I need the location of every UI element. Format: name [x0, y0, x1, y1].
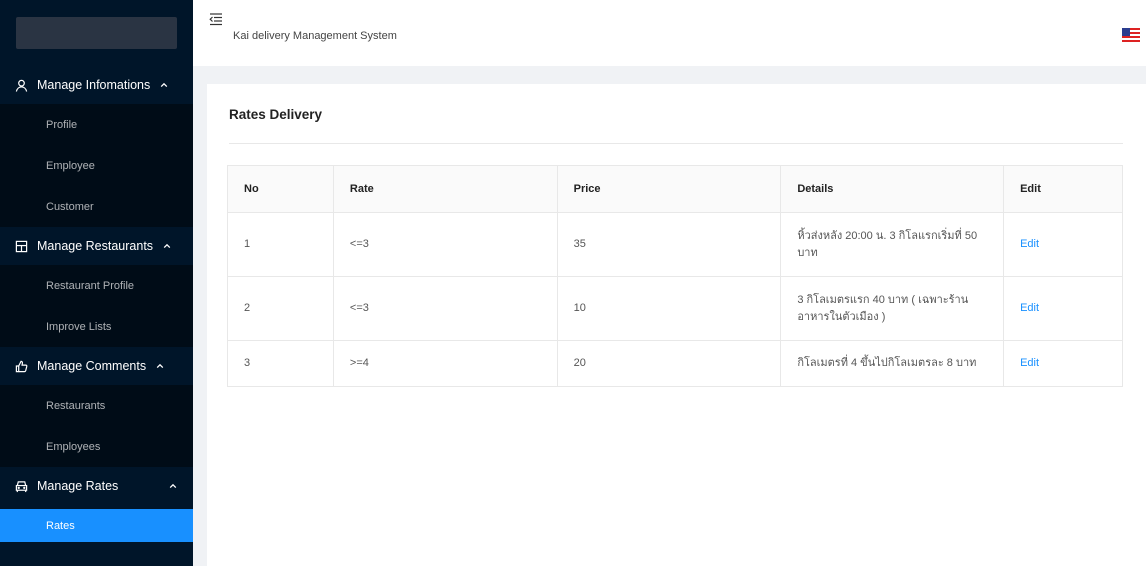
table-row: 3 >=4 20 กิโลเมตรที่ 4 ขึ้นไปกิโลเมตรละ … — [227, 340, 1123, 387]
chevron-up-icon — [160, 80, 170, 90]
column-header-edit: Edit — [1003, 165, 1123, 213]
cell-edit: Edit — [1003, 212, 1123, 277]
submenu-rates: Rates — [0, 509, 193, 542]
chevron-up-icon — [156, 361, 166, 371]
menu-fold-icon[interactable] — [209, 12, 223, 26]
menu-title-label: Manage Rates — [37, 479, 119, 493]
sidebar-item-restaurants[interactable]: Restaurants — [0, 385, 193, 426]
shop-icon — [14, 239, 28, 253]
chevron-up-icon — [163, 241, 173, 251]
like-icon — [14, 359, 28, 373]
cell-rate: <=3 — [332, 276, 558, 341]
cell-price: 35 — [556, 212, 782, 277]
cell-details: 3 กิโลเมตรแรก 40 บาท ( เฉพาะร้านอาหารในต… — [780, 276, 1005, 341]
sidebar-item-customer[interactable]: Customer — [0, 186, 193, 227]
menu-group-restaurants: Manage Restaurants Restaurant Profile Im… — [0, 227, 193, 347]
logo[interactable] — [16, 17, 177, 49]
submenu-infomations: Profile Employee Customer — [0, 104, 193, 227]
sidebar-item-restaurant-profile[interactable]: Restaurant Profile — [0, 265, 193, 306]
cell-rate: <=3 — [332, 212, 558, 277]
menu-title-label: Manage Comments — [37, 359, 147, 373]
sidebar-item-profile[interactable]: Profile — [0, 104, 193, 145]
column-header-price: Price — [556, 165, 782, 213]
top-header: Kai delivery Management System — [193, 0, 1146, 66]
cell-edit: Edit — [1003, 340, 1123, 387]
cell-details: กิโลเมตรที่ 4 ขึ้นไปกิโลเมตรละ 8 บาท — [780, 340, 1005, 387]
app-root: Manage Infomations Profile Employee Cust… — [0, 0, 1146, 566]
page-title: Rates Delivery — [229, 107, 323, 122]
edit-link[interactable]: Edit — [1020, 302, 1039, 314]
logo-area — [0, 0, 193, 66]
menu-group-comments: Manage Comments Restaurants Employees — [0, 347, 193, 467]
table-row: 1 <=3 35 หิ้วส่งหลัง 20:00 น. 3 กิโลแรกเ… — [227, 212, 1123, 277]
menu-title-manage-infomations[interactable]: Manage Infomations — [0, 66, 193, 104]
cell-no: 1 — [227, 212, 334, 277]
content-card: Rates Delivery No Rate Price Details Edi… — [207, 84, 1146, 566]
menu-title-manage-comments[interactable]: Manage Comments — [0, 347, 193, 385]
table-row: 2 <=3 10 3 กิโลเมตรแรก 40 บาท ( เฉพาะร้า… — [227, 276, 1123, 341]
menu-title-label: Manage Infomations — [37, 78, 151, 92]
title-divider — [229, 143, 1123, 144]
cell-no: 3 — [227, 340, 334, 387]
menu-title-label: Manage Restaurants — [37, 239, 154, 253]
menu-group-rates: Manage Rates Rates — [0, 467, 193, 542]
cell-price: 20 — [556, 340, 782, 387]
menu-group-infomations: Manage Infomations Profile Employee Cust… — [0, 66, 193, 227]
rates-table: No Rate Price Details Edit 1 <=3 35 หิ้ว… — [227, 165, 1123, 387]
menu-title-manage-rates[interactable]: Manage Rates — [0, 467, 193, 505]
cell-edit: Edit — [1003, 276, 1123, 341]
sidebar-item-employee[interactable]: Employee — [0, 145, 193, 186]
column-header-details: Details — [780, 165, 1005, 213]
car-icon — [14, 479, 28, 493]
submenu-comments: Restaurants Employees — [0, 385, 193, 467]
chevron-up-icon — [169, 481, 179, 491]
cell-rate: >=4 — [332, 340, 558, 387]
table-header-row: No Rate Price Details Edit — [227, 165, 1123, 213]
sidebar-item-employees[interactable]: Employees — [0, 426, 193, 467]
user-icon — [14, 78, 28, 92]
cell-no: 2 — [227, 276, 334, 341]
us-flag-icon[interactable] — [1122, 28, 1140, 42]
menu-title-manage-restaurants[interactable]: Manage Restaurants — [0, 227, 193, 265]
cell-price: 10 — [556, 276, 782, 341]
sidebar-item-improve-lists[interactable]: Improve Lists — [0, 306, 193, 347]
cell-details: หิ้วส่งหลัง 20:00 น. 3 กิโลแรกเริ่มที่ 5… — [780, 212, 1005, 277]
column-header-no: No — [227, 165, 334, 213]
edit-link[interactable]: Edit — [1020, 238, 1039, 250]
submenu-restaurants: Restaurant Profile Improve Lists — [0, 265, 193, 347]
edit-link[interactable]: Edit — [1020, 357, 1039, 369]
column-header-rate: Rate — [332, 165, 558, 213]
sidebar-item-rates[interactable]: Rates — [0, 509, 193, 542]
app-title: Kai delivery Management System — [233, 30, 397, 42]
sidebar: Manage Infomations Profile Employee Cust… — [0, 0, 193, 566]
